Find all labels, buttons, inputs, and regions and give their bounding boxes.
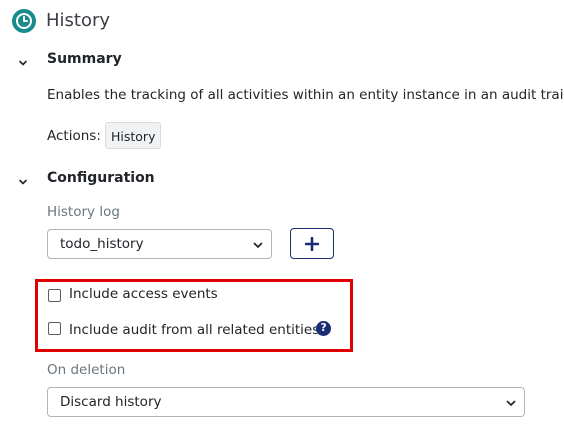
include-access-events-checkbox[interactable] (48, 289, 61, 302)
chevron-down-icon (253, 242, 263, 248)
summary-section-title[interactable]: Summary (47, 50, 122, 68)
chevron-down-icon (506, 400, 516, 406)
history-log-label: History log (47, 204, 120, 220)
include-audit-related-label[interactable]: Include audit from all related entities (69, 321, 319, 339)
on-deletion-select[interactable]: Discard history (47, 387, 525, 417)
page-title: History (46, 10, 111, 31)
plus-icon (305, 237, 319, 251)
action-tag-history: History (105, 122, 162, 149)
on-deletion-label: On deletion (47, 362, 126, 378)
on-deletion-value: Discard history (60, 394, 162, 410)
history-log-select[interactable]: todo_history (47, 229, 272, 259)
configuration-section-title[interactable]: Configuration (47, 169, 155, 187)
summary-description: Enables the tracking of all activities w… (47, 87, 564, 103)
clock-icon (12, 9, 36, 33)
help-icon[interactable]: ? (316, 321, 331, 336)
include-audit-related-checkbox[interactable] (48, 322, 61, 335)
include-access-events-label[interactable]: Include access events (69, 285, 218, 303)
configuration-collapse-chevron-icon[interactable] (17, 173, 29, 185)
history-log-value: todo_history (60, 236, 144, 252)
actions-label: Actions: (47, 128, 101, 144)
add-history-log-button[interactable] (290, 228, 334, 259)
summary-collapse-chevron-icon[interactable] (17, 54, 29, 66)
